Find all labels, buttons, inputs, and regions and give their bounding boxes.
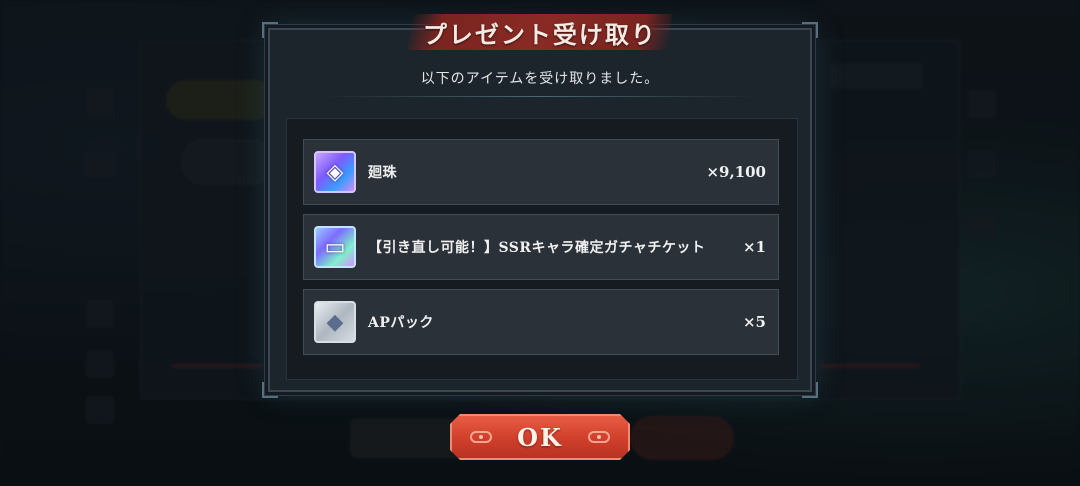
orb-icon: ◈	[314, 151, 356, 193]
dialog-title: プレゼント受け取り	[423, 19, 657, 49]
dialog-corner-ornament	[802, 22, 818, 38]
button-ornament-icon	[588, 431, 610, 443]
title-banner: プレゼント受け取り	[407, 14, 673, 50]
ok-button[interactable]: OK	[450, 414, 630, 460]
present-dialog: 以下のアイテムを受け取りました。 ◈ 廻珠 ×9,100 ▭ 【引き直し可能！】…	[262, 22, 818, 398]
dialog-corner-ornament	[262, 382, 278, 398]
item-name: APパック	[368, 315, 434, 331]
ap-pack-icon: ◆	[314, 301, 356, 343]
dialog-corner-ornament	[802, 382, 818, 398]
list-item: ◈ 廻珠 ×9,100	[303, 139, 779, 205]
item-name: 【引き直し可能！】SSRキャラ確定ガチャチケット	[368, 240, 706, 256]
item-quantity: ×5	[742, 313, 766, 331]
divider	[322, 96, 758, 97]
item-quantity: ×9,100	[706, 163, 766, 181]
item-list: ◈ 廻珠 ×9,100 ▭ 【引き直し可能！】SSRキャラ確定ガチャチケット ×…	[286, 118, 798, 380]
list-item: ◆ APパック ×5	[303, 289, 779, 355]
ticket-icon: ▭	[314, 226, 356, 268]
item-name: 廻珠	[368, 165, 397, 181]
list-item: ▭ 【引き直し可能！】SSRキャラ確定ガチャチケット ×1	[303, 214, 779, 280]
item-quantity: ×1	[742, 238, 766, 256]
dialog-corner-ornament	[262, 22, 278, 38]
button-ornament-icon	[470, 431, 492, 443]
ok-button-label: OK	[517, 422, 563, 452]
dialog-subtitle: 以下のアイテムを受け取りました。	[420, 71, 660, 87]
